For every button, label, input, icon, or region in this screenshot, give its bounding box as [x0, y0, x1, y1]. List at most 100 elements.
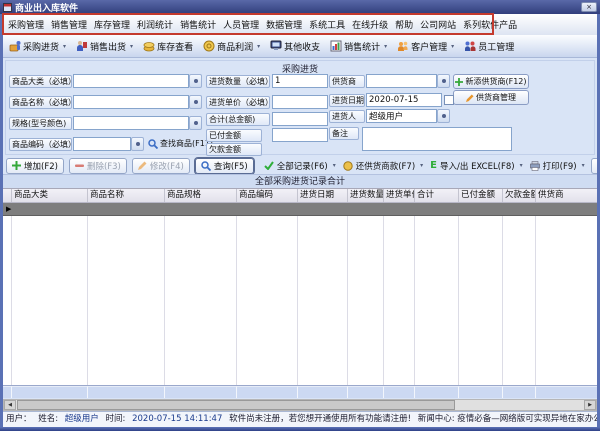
category-dropdown-button[interactable]	[189, 74, 202, 88]
date-checkbox[interactable]	[444, 95, 454, 105]
spec-dropdown-button[interactable]	[189, 116, 202, 130]
chevron-down-icon[interactable]: ▾	[384, 43, 387, 50]
close-button[interactable]: ×	[581, 2, 597, 12]
status-time-value: 2020-07-15 14:11:47	[132, 414, 222, 424]
chevron-down-icon[interactable]: ▾	[333, 162, 336, 169]
menu-item-company-site[interactable]: 公司网站	[420, 18, 456, 31]
window-border-bottom	[0, 427, 600, 431]
supplier-dropdown-button[interactable]	[437, 74, 450, 88]
column-header[interactable]: 进货数量	[348, 189, 384, 202]
supplier-label: 供货商	[329, 75, 365, 88]
qty-label: 进货数量（必填）	[206, 75, 270, 88]
paid-input[interactable]	[272, 128, 328, 142]
chevron-down-icon[interactable]: ▾	[420, 162, 423, 169]
menu-item-inventory[interactable]: 库存管理	[94, 18, 130, 31]
manage-supplier-label: 供货商管理	[476, 92, 516, 103]
status-name-label: 姓名:	[38, 414, 58, 424]
chevron-down-icon[interactable]: ▾	[63, 43, 66, 50]
product-code-dropdown-button[interactable]	[131, 137, 144, 151]
column-header[interactable]: 进货日期	[298, 189, 348, 202]
toolbar-label: 其他收支	[284, 40, 320, 53]
manage-supplier-button[interactable]: 供货商管理	[453, 90, 529, 105]
scrollbar-thumb[interactable]	[17, 400, 455, 410]
row-selector-header-cell	[3, 189, 12, 202]
toolbar-label: 商品利润	[217, 40, 253, 53]
pencil-icon	[138, 161, 147, 170]
price-input[interactable]	[272, 95, 328, 109]
menu-item-online-upgrade[interactable]: 在线升级	[352, 18, 388, 31]
column-header[interactable]: 进货单价	[384, 189, 415, 202]
menu-item-system-tools[interactable]: 系统工具	[309, 18, 345, 31]
column-header[interactable]: 欠款金额	[503, 189, 536, 202]
column-header[interactable]: 商品编码	[237, 189, 298, 202]
selected-table-row[interactable]: ▶	[3, 203, 597, 216]
menu-item-purchase[interactable]: 采购管理	[8, 18, 44, 31]
close-icon: ×	[586, 3, 592, 11]
spec-input[interactable]	[73, 116, 189, 130]
product-code-input[interactable]	[73, 137, 131, 151]
all-records-label: 全部记录(F6)	[277, 160, 328, 172]
print-button[interactable]: 打印(F9) ▾	[529, 160, 586, 172]
inventory-view-icon	[143, 40, 155, 52]
qty-input[interactable]	[272, 74, 328, 88]
toolbar-item-other-income[interactable]: 其他收支	[270, 40, 320, 53]
chevron-down-icon[interactable]: ▾	[451, 43, 454, 50]
operator-dropdown-button[interactable]	[437, 109, 450, 123]
menu-item-personnel[interactable]: 人员管理	[223, 18, 259, 31]
toolbar-item-employee-mgmt[interactable]: 员工管理	[464, 40, 514, 53]
menu-item-sales[interactable]: 销售管理	[51, 18, 87, 31]
menu-item-product-series[interactable]: 系列软件产品	[463, 18, 517, 31]
product-name-input[interactable]	[73, 95, 189, 109]
repay-supplier-button[interactable]: 还供货商款(F7) ▾	[342, 160, 424, 172]
query-button[interactable]: 查询(F5)	[195, 158, 254, 174]
total-label: 合计(总金额)	[206, 113, 270, 126]
column-header[interactable]: 供货商	[536, 189, 597, 202]
chevron-down-icon[interactable]: ▾	[520, 162, 523, 169]
toolbar-item-customer-mgmt[interactable]: 客户管理 ▾	[397, 40, 454, 53]
horizontal-scrollbar[interactable]: ◀ ▶	[3, 399, 597, 411]
purchase-date-input[interactable]	[366, 93, 442, 107]
operator-input[interactable]	[366, 109, 437, 123]
chevron-down-icon[interactable]: ▾	[582, 162, 585, 169]
add-button[interactable]: 增加(F2)	[6, 158, 64, 174]
menu-item-profit-stats[interactable]: 利润统计	[137, 18, 173, 31]
toolbar-item-product-profit[interactable]: 商品利润 ▾	[203, 40, 260, 53]
column-header[interactable]: 商品规格	[165, 189, 237, 202]
category-input[interactable]	[73, 74, 189, 88]
toolbar-item-sales-out[interactable]: 销售出货 ▾	[76, 40, 133, 53]
menu-item-help[interactable]: 帮助	[395, 18, 413, 31]
repay-supplier-label: 还供货商款(F7)	[356, 160, 415, 172]
query-label: 查询(F5)	[214, 160, 248, 172]
remark-textarea[interactable]	[362, 127, 512, 151]
supplier-input[interactable]	[366, 74, 437, 88]
magnifier-icon	[201, 161, 211, 171]
status-bar: 用户： 姓名: 超级用户 时间: 2020-07-15 14:11:47 软件尚…	[3, 411, 597, 427]
chevron-down-icon[interactable]: ▾	[130, 43, 133, 50]
toolbar-label: 员工管理	[478, 40, 514, 53]
add-supplier-button[interactable]: 新添供货商(F12)	[453, 74, 529, 89]
menu-item-data[interactable]: 数据管理	[266, 18, 302, 31]
column-header[interactable]: 合计	[415, 189, 459, 202]
status-user-label: 用户：	[6, 414, 32, 424]
product-name-dropdown-button[interactable]	[189, 95, 202, 109]
total-input[interactable]	[272, 112, 328, 126]
excel-button[interactable]: E 导入/出 EXCEL(F8) ▾	[429, 160, 523, 172]
toolbar-item-inventory-view[interactable]: 库存查看	[143, 40, 193, 53]
all-records-button[interactable]: 全部记录(F6) ▾	[263, 160, 337, 172]
find-product-link[interactable]: 查找商品(F11)	[148, 138, 213, 149]
title-bar: 商业出入库软件 ×	[0, 0, 600, 14]
column-header[interactable]: 商品大类	[12, 189, 88, 202]
toolbar-item-purchase-in[interactable]: 采购进货 ▾	[9, 40, 66, 53]
toolbar-item-sales-stats[interactable]: 销售统计 ▾	[330, 40, 387, 53]
menu-item-sales-stats[interactable]: 销售统计	[180, 18, 216, 31]
scroll-left-button[interactable]: ◀	[4, 400, 16, 410]
modify-button: 修改(F4)	[132, 158, 190, 174]
column-header[interactable]: 已付金额	[459, 189, 503, 202]
chevron-down-icon[interactable]: ▾	[257, 43, 260, 50]
scroll-left-icon: ◀	[8, 402, 12, 408]
scroll-right-button[interactable]: ▶	[584, 400, 596, 410]
column-header[interactable]: 商品名称	[88, 189, 165, 202]
tool-bar: 采购进货 ▾ 销售出货 ▾ 库存查看 商品利润 ▾ 其他收支 销售统计 ▾	[3, 35, 597, 58]
combo-dot-icon	[194, 79, 198, 83]
spec-label: 规格(型号颜色)	[9, 117, 72, 130]
